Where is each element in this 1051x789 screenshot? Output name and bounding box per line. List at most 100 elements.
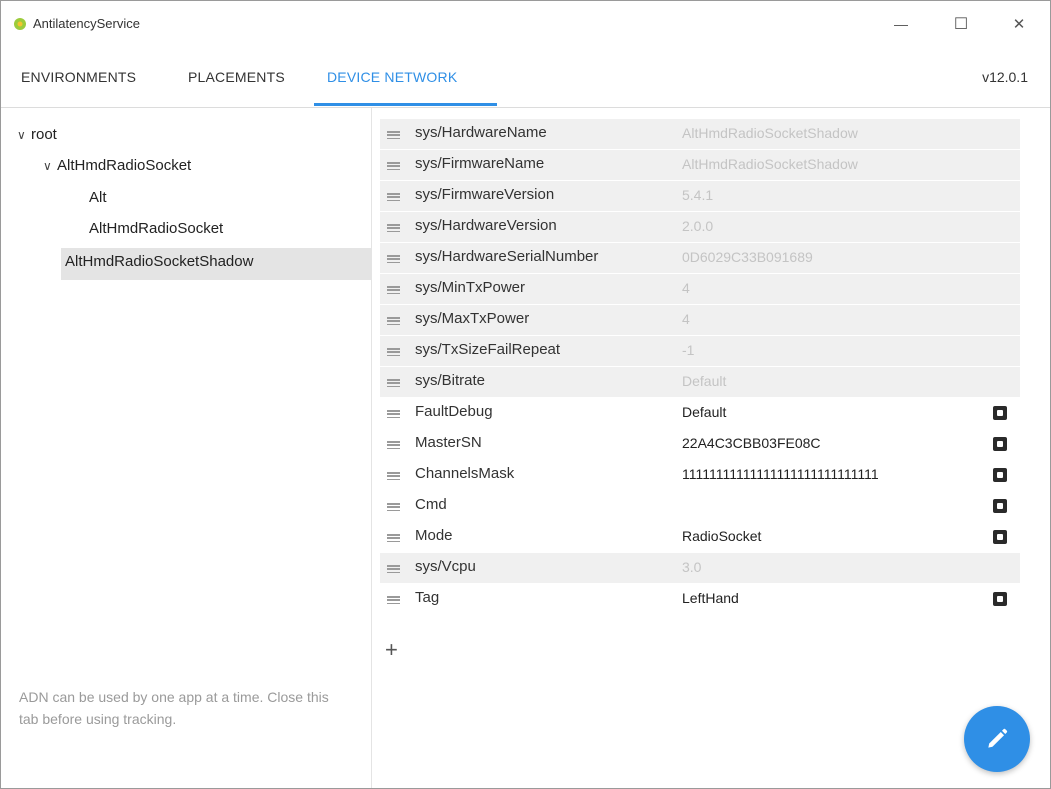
- property-key: sys/HardwareSerialNumber: [415, 248, 599, 265]
- tree-node-root[interactable]: ∨ root: [17, 126, 57, 143]
- property-row[interactable]: sys/HardwareName AltHmdRadioSocketShadow: [380, 119, 1020, 149]
- property-row[interactable]: MasterSN 22A4C3CBB03FE08C: [380, 429, 1020, 459]
- device-tree-panel: ∨ root ∨ AltHmdRadioSocket Alt AltHmdRadio…: [1, 108, 372, 788]
- property-row[interactable]: Cmd: [380, 491, 1020, 521]
- property-key: Mode: [415, 527, 453, 544]
- drag-handle-icon[interactable]: [387, 348, 400, 357]
- tree-node-label: Alt: [89, 189, 107, 206]
- app-logo-icon: [14, 18, 26, 30]
- property-key: sys/HardwareName: [415, 124, 547, 141]
- property-value: 3.0: [682, 559, 702, 575]
- maximize-button[interactable]: ☐: [941, 9, 981, 39]
- tab-bar: ENVIRONMENTS PLACEMENTS DEVICE NETWORK v…: [1, 47, 1050, 108]
- property-row[interactable]: sys/MinTxPower 4: [380, 274, 1020, 304]
- property-row[interactable]: Tag LeftHand: [380, 584, 1020, 614]
- property-value[interactable]: LeftHand: [682, 590, 992, 606]
- drag-handle-icon[interactable]: [387, 224, 400, 233]
- tab-placements[interactable]: PLACEMENTS: [188, 69, 285, 85]
- close-button[interactable]: ✕: [999, 9, 1039, 39]
- tree-node-althmdradiosocketshadow[interactable]: AltHmdRadioSocketShadow: [65, 253, 253, 270]
- drag-handle-icon[interactable]: [387, 472, 400, 481]
- close-icon: ✕: [1012, 16, 1026, 33]
- property-value: 5.4.1: [682, 187, 714, 203]
- drag-handle-icon[interactable]: [387, 379, 400, 388]
- property-key: sys/FirmwareVersion: [415, 186, 555, 203]
- tree-node-alt[interactable]: Alt: [89, 189, 107, 206]
- property-value[interactable]: 22A4C3CBB03FE08C: [682, 435, 992, 451]
- property-value[interactable]: Default: [682, 404, 992, 420]
- property-key: MasterSN: [415, 434, 482, 451]
- drag-handle-icon[interactable]: [387, 193, 400, 202]
- property-action-icon[interactable]: [993, 530, 1007, 544]
- property-action-icon[interactable]: [993, 468, 1007, 482]
- property-value: -1: [682, 342, 695, 358]
- property-value: Default: [682, 373, 727, 389]
- property-row[interactable]: Mode RadioSocket: [380, 522, 1020, 552]
- drag-handle-icon[interactable]: [387, 441, 400, 450]
- property-row[interactable]: sys/TxSizeFailRepeat -1: [380, 336, 1020, 366]
- drag-handle-icon[interactable]: [387, 162, 400, 171]
- property-value[interactable]: RadioSocket: [682, 528, 992, 544]
- property-value: AltHmdRadioSocketShadow: [682, 125, 858, 141]
- maximize-icon: ☐: [953, 16, 969, 33]
- drag-handle-icon[interactable]: [387, 255, 400, 264]
- tree-node-label: root: [31, 126, 57, 143]
- property-action-icon[interactable]: [993, 592, 1007, 606]
- property-key: sys/HardwareVersion: [415, 217, 557, 234]
- tree-node-label: AltHmdRadioSocket: [57, 157, 192, 174]
- property-row[interactable]: sys/Vcpu 3.0: [380, 553, 1020, 583]
- tree-node-althmdradiosocket[interactable]: ∨ AltHmdRadioSocket: [43, 157, 191, 174]
- property-key: FaultDebug: [415, 403, 493, 420]
- property-key: ChannelsMask: [415, 465, 515, 482]
- tree-node-althmdradiosocket-child[interactable]: AltHmdRadioSocket: [89, 220, 223, 237]
- drag-handle-icon[interactable]: [387, 503, 400, 512]
- tree-node-label: AltHmdRadioSocketShadow: [65, 253, 254, 270]
- property-action-icon[interactable]: [993, 499, 1007, 513]
- property-key: Tag: [415, 589, 440, 606]
- property-row[interactable]: ChannelsMask 1111111111111111111111111111…: [380, 460, 1020, 490]
- drag-handle-icon[interactable]: [387, 131, 400, 140]
- chevron-down-icon[interactable]: ∨: [43, 159, 57, 173]
- property-key: sys/FirmwareName: [415, 155, 545, 172]
- property-row[interactable]: sys/MaxTxPower 4: [380, 305, 1020, 335]
- property-value: AltHmdRadioSocketShadow: [682, 156, 858, 172]
- property-value: 4: [682, 311, 690, 327]
- property-key: Cmd: [415, 496, 447, 513]
- property-value: 4: [682, 280, 690, 296]
- title-bar[interactable]: AntilatencyService — ☐ ✕: [1, 1, 1050, 47]
- add-property-button[interactable]: +: [385, 637, 398, 663]
- property-row[interactable]: sys/FirmwareVersion 5.4.1: [380, 181, 1020, 211]
- drag-handle-icon[interactable]: [387, 286, 400, 295]
- app-window: AntilatencyService — ☐ ✕ ENVIRONMENTS PL…: [0, 0, 1051, 789]
- active-tab-indicator: [314, 103, 497, 106]
- drag-handle-icon[interactable]: [387, 565, 400, 574]
- property-row[interactable]: sys/FirmwareName AltHmdRadioSocketShadow: [380, 150, 1020, 180]
- edit-fab-button[interactable]: [964, 706, 1030, 772]
- drag-handle-icon[interactable]: [387, 596, 400, 605]
- property-value[interactable]: 11111111111111111111111111111: [682, 466, 992, 482]
- property-action-icon[interactable]: [993, 406, 1007, 420]
- tree-node-label: AltHmdRadioSocket: [89, 220, 224, 237]
- pencil-icon: [988, 728, 1008, 748]
- drag-handle-icon[interactable]: [387, 410, 400, 419]
- adn-usage-note: ADN can be used by one app at a time. Cl…: [19, 689, 329, 727]
- property-row[interactable]: sys/Bitrate Default: [380, 367, 1020, 397]
- property-key: sys/Bitrate: [415, 372, 486, 389]
- property-row[interactable]: FaultDebug Default: [380, 398, 1020, 428]
- property-row[interactable]: sys/HardwareSerialNumber 0D6029C33B091689: [380, 243, 1020, 273]
- minimize-icon: —: [894, 16, 908, 32]
- tab-environments[interactable]: ENVIRONMENTS: [21, 69, 136, 85]
- window-title: AntilatencyService: [33, 16, 140, 31]
- property-value: 0D6029C33B091689: [682, 249, 813, 265]
- property-action-icon[interactable]: [993, 437, 1007, 451]
- property-key: sys/MinTxPower: [415, 279, 526, 296]
- chevron-down-icon[interactable]: ∨: [17, 128, 31, 142]
- drag-handle-icon[interactable]: [387, 534, 400, 543]
- minimize-button[interactable]: —: [881, 9, 921, 39]
- property-key: sys/TxSizeFailRepeat: [415, 341, 561, 358]
- drag-handle-icon[interactable]: [387, 317, 400, 326]
- property-row[interactable]: sys/HardwareVersion 2.0.0: [380, 212, 1020, 242]
- property-value: 2.0.0: [682, 218, 714, 234]
- tab-device-network[interactable]: DEVICE NETWORK: [327, 69, 457, 85]
- property-key: sys/MaxTxPower: [415, 310, 530, 327]
